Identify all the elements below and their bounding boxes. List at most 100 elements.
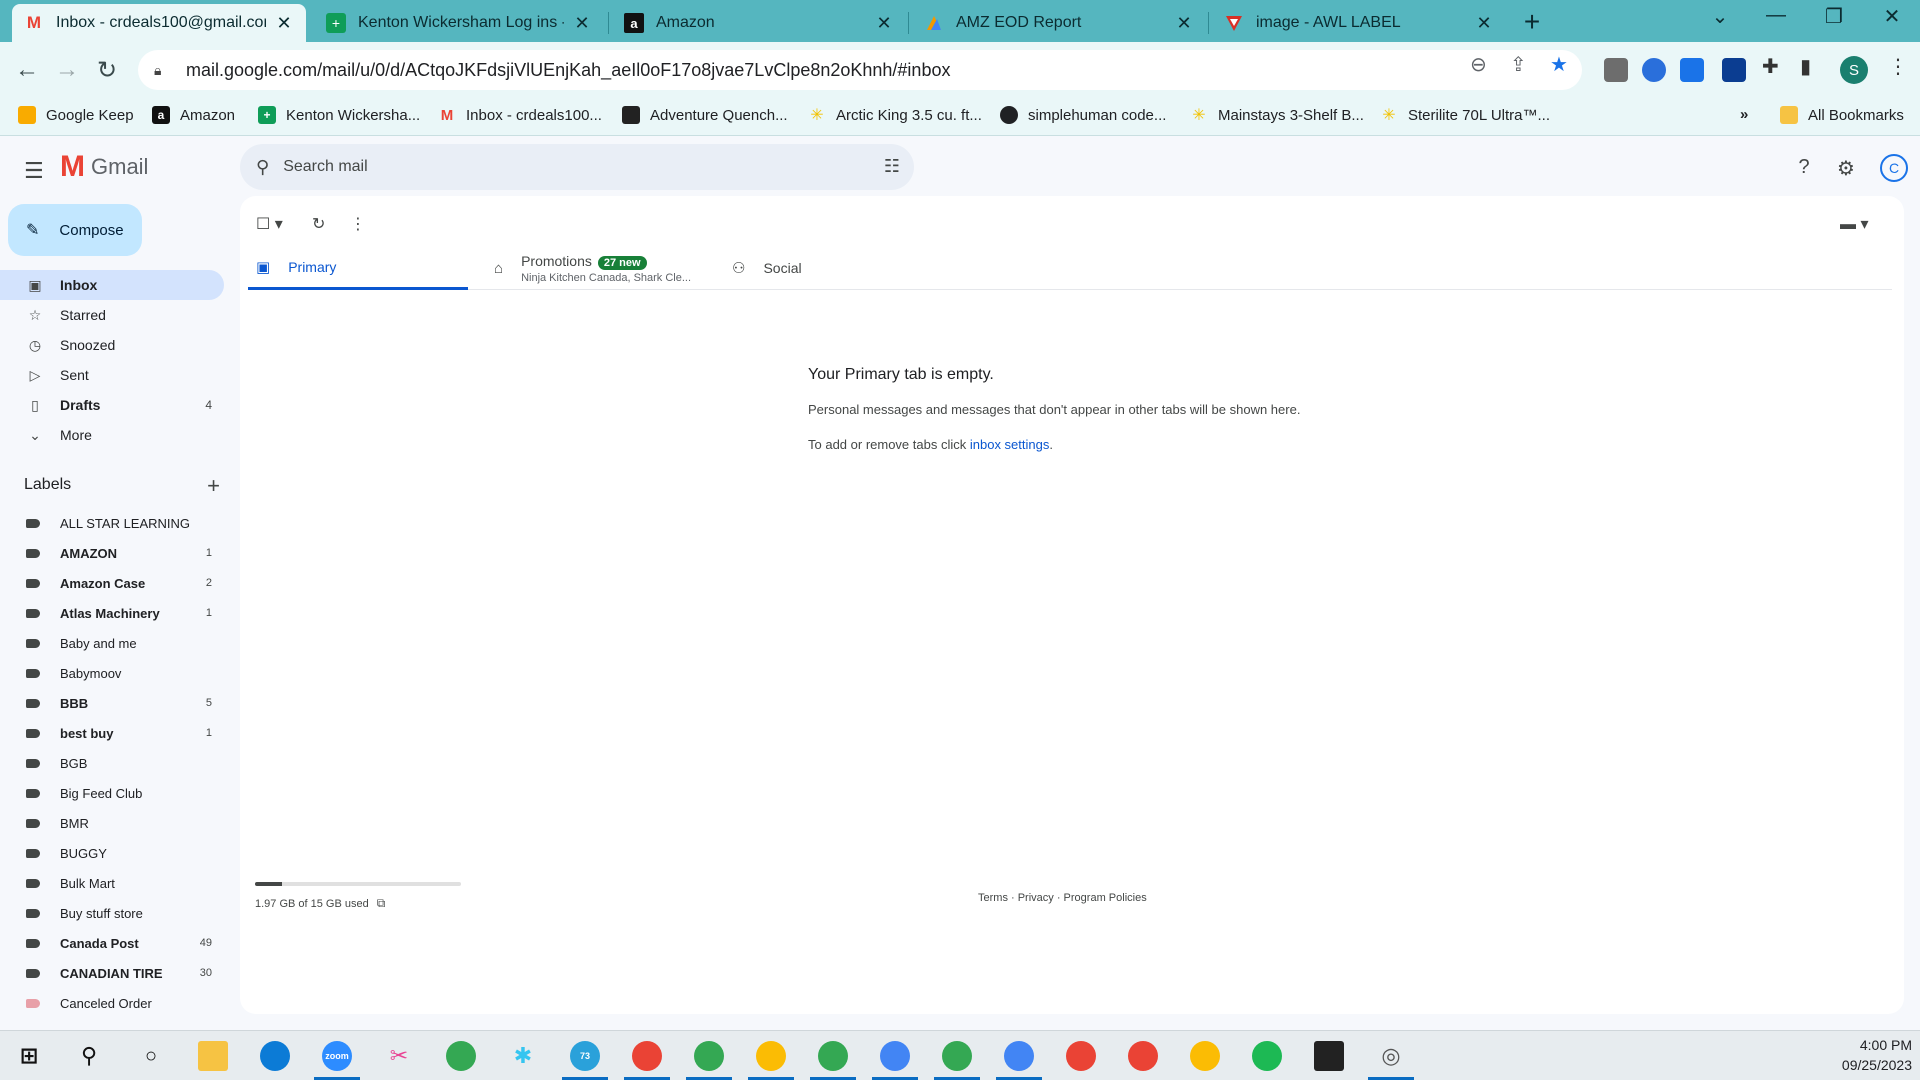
nav-inbox[interactable]: ▣ Inbox [0, 270, 224, 300]
label-item[interactable]: ALL STAR LEARNING [0, 508, 224, 538]
label-item[interactable]: BMR [0, 808, 224, 838]
compose-button[interactable]: ✎ Compose [8, 204, 142, 256]
inbox-settings-link[interactable]: inbox settings [970, 437, 1050, 452]
telegram-icon[interactable]: 73 [570, 1041, 600, 1071]
nav-snoozed[interactable]: ◷ Snoozed [0, 330, 224, 360]
webcam-app-icon[interactable]: ◎ [1376, 1041, 1406, 1071]
label-item[interactable]: best buy 1 [0, 718, 224, 748]
share-icon[interactable]: ⇪ [1510, 52, 1527, 77]
chrome-profile-icon[interactable] [694, 1041, 724, 1071]
new-tab-button[interactable]: + [1518, 6, 1546, 38]
gear-icon[interactable]: ⚙ [1834, 156, 1858, 181]
gmail-logo[interactable]: M Gmail [60, 152, 148, 182]
task-view-icon[interactable]: ○ [136, 1041, 166, 1071]
bookmark-mainstays[interactable]: ✳ Mainstays 3-Shelf B... [1190, 106, 1364, 125]
system-clock[interactable]: 4:00 PM 09/25/2023 [1842, 1035, 1912, 1075]
tab-social[interactable]: ⚇ Social [732, 246, 932, 290]
label-item[interactable]: BBB 5 [0, 688, 224, 718]
bookmark-amazon[interactable]: a Amazon [152, 106, 235, 124]
spotify-icon[interactable] [1252, 1041, 1282, 1071]
browser-tab-amz-eod[interactable]: AMZ EOD Report ✕ [912, 4, 1206, 42]
search-icon[interactable]: ⚲ [74, 1041, 104, 1071]
bookmark-adventure[interactable]: Adventure Quench... [622, 106, 788, 124]
label-item[interactable]: Big Feed Club [0, 778, 224, 808]
search-icon[interactable]: ⚲ [256, 157, 269, 178]
nav-drafts[interactable]: ▯ Drafts 4 [0, 390, 224, 420]
nav-more[interactable]: ⌄ More [0, 420, 224, 450]
side-panel-icon[interactable]: ▮ [1800, 54, 1811, 79]
label-item[interactable]: Canada Post 49 [0, 928, 224, 958]
close-icon[interactable]: ✕ [572, 13, 592, 34]
browser-tab-awl[interactable]: image - AWL LABEL ✕ [1212, 4, 1506, 42]
browser-tab-sheets[interactable]: + Kenton Wickersham Log ins - Go ✕ [314, 4, 604, 42]
chrome-profile-icon[interactable] [1128, 1041, 1158, 1071]
bookmarks-overflow-button[interactable]: » [1740, 106, 1748, 123]
main-menu-icon[interactable]: ☰ [24, 158, 44, 184]
address-bar[interactable]: 🔒︎ mail.google.com/mail/u/0/d/ACtqoJKFds… [138, 50, 1582, 90]
label-item[interactable]: BUGGY [0, 838, 224, 868]
bookmark-simplehuman[interactable]: simplehuman code... [1000, 106, 1166, 124]
label-item[interactable]: Babymoov [0, 658, 224, 688]
zoom-icon[interactable]: ⊖ [1470, 52, 1487, 77]
extension-link-icon[interactable] [1680, 58, 1704, 82]
menu-dots-icon[interactable]: ⋮ [1888, 54, 1908, 79]
close-icon[interactable]: ✕ [274, 13, 294, 34]
profile-avatar[interactable]: S [1840, 56, 1868, 84]
bookmark-google-keep[interactable]: Google Keep [18, 106, 134, 124]
account-avatar[interactable]: C [1880, 154, 1908, 182]
snipping-tool-icon[interactable]: ✂ [384, 1041, 414, 1071]
extension-ok-icon[interactable] [1722, 58, 1746, 82]
search-options-icon[interactable]: ☷ [884, 156, 900, 177]
edge-icon[interactable] [260, 1041, 290, 1071]
chrome-profile-icon[interactable] [880, 1041, 910, 1071]
label-item[interactable]: BGB [0, 748, 224, 778]
extension-icon[interactable] [1642, 58, 1666, 82]
nav-starred[interactable]: ☆ Starred [0, 300, 224, 330]
more-actions-icon[interactable]: ⋮ [350, 214, 366, 234]
search-input[interactable]: ⚲ Search mail ☷ [240, 144, 914, 190]
zoom-app-icon[interactable]: zoom [322, 1041, 352, 1071]
label-item[interactable]: AMAZON 1 [0, 538, 224, 568]
all-bookmarks-button[interactable]: All Bookmarks [1780, 106, 1904, 124]
windows-start-icon[interactable]: ⊞ [14, 1041, 44, 1071]
label-item[interactable]: Bulk Mart [0, 868, 224, 898]
footer-links[interactable]: Terms · Privacy · Program Policies [978, 892, 1147, 904]
chrome-profile-icon[interactable] [818, 1041, 848, 1071]
label-item[interactable]: Canceled Order [0, 988, 224, 1018]
file-explorer-icon[interactable] [198, 1041, 228, 1071]
chrome-profile-icon[interactable] [1066, 1041, 1096, 1071]
chrome-profile-icon[interactable] [1004, 1041, 1034, 1071]
minimize-icon[interactable]: — [1756, 4, 1796, 27]
label-item[interactable]: Baby and me [0, 628, 224, 658]
bookmark-kenton[interactable]: + Kenton Wickersha... [258, 106, 420, 124]
close-icon[interactable]: ✕ [874, 13, 894, 34]
close-icon[interactable]: ✕ [1174, 13, 1194, 34]
close-icon[interactable]: ✕ [1474, 13, 1494, 34]
select-checkbox[interactable]: ☐ ▾ [256, 214, 283, 234]
tab-promotions[interactable]: ⌂ Promotions 27 new Ninja Kitchen Canada,… [494, 246, 724, 290]
browser-tab-gmail[interactable]: M Inbox - crdeals100@gmail.com - ✕ [12, 4, 306, 42]
chrome-profile-icon[interactable] [632, 1041, 662, 1071]
back-icon[interactable]: ← [12, 56, 42, 84]
label-item[interactable]: CANADIAN TIRE 30 [0, 958, 224, 988]
restore-icon[interactable]: ❐ [1814, 4, 1854, 29]
bookmark-arctic-king[interactable]: ✳ Arctic King 3.5 cu. ft... [808, 106, 982, 125]
extension-off-icon[interactable] [1604, 58, 1628, 82]
label-item[interactable]: Atlas Machinery 1 [0, 598, 224, 628]
puzzle-icon[interactable]: ✚ [1762, 54, 1779, 79]
slack-icon[interactable]: ✱ [508, 1041, 538, 1071]
bookmark-sterilite[interactable]: ✳ Sterilite 70L Ultra™... [1380, 106, 1550, 125]
tab-search-icon[interactable]: ⌄ [1700, 4, 1740, 29]
label-item[interactable]: Amazon Case 2 [0, 568, 224, 598]
chrome-profile-icon[interactable] [1190, 1041, 1220, 1071]
forward-icon[interactable]: → [52, 56, 82, 84]
chrome-profile-icon[interactable] [942, 1041, 972, 1071]
nav-sent[interactable]: ▷ Sent [0, 360, 224, 390]
bookmark-inbox[interactable]: M Inbox - crdeals100... [438, 106, 602, 124]
sticky-notes-icon[interactable] [1314, 1041, 1344, 1071]
bookmark-star-icon[interactable]: ★ [1550, 52, 1568, 77]
browser-tab-amazon[interactable]: a Amazon ✕ [612, 4, 906, 42]
refresh-icon[interactable]: ↻ [312, 214, 325, 234]
add-label-icon[interactable]: + [207, 473, 220, 499]
external-link-icon[interactable]: ⧉ [377, 896, 386, 911]
